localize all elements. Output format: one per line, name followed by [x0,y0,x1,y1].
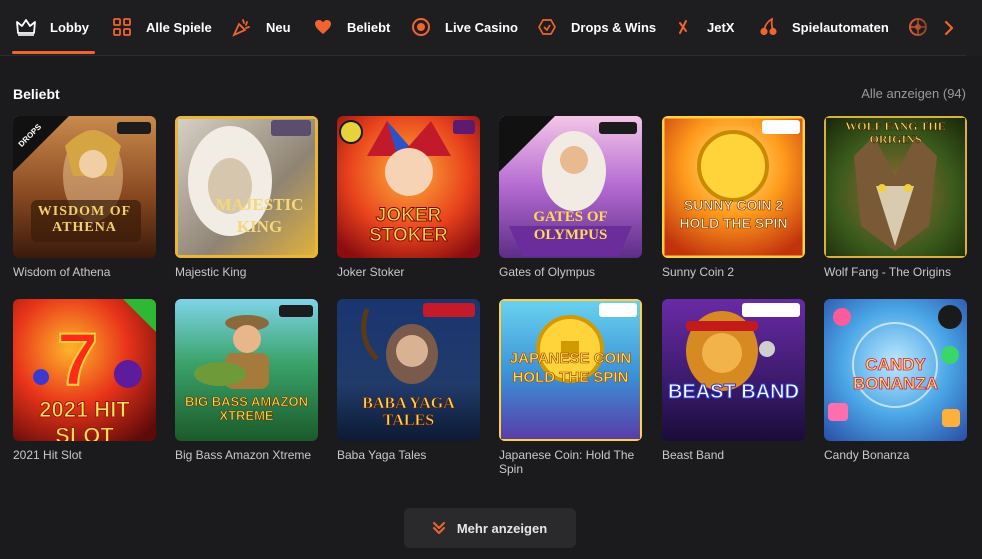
game-name: Wolf Fang - The Origins [824,265,951,279]
game-tile[interactable]: JOKER STOKER Joker Stoker [337,116,480,279]
nav-scroll-right-button[interactable] [934,8,964,48]
game-tile[interactable]: 7 2021 HIT SLOT 2021 Hit Slot [13,299,156,462]
nav-item-lobby[interactable]: Lobby [16,0,89,54]
nav-item-drops-wins[interactable]: Drops & Wins [537,0,656,54]
nav-edge [966,0,982,56]
confetti-icon [232,17,252,37]
nav-item-new[interactable]: Neu [232,0,291,54]
game-art-title: BIG BASS AMAZON XTREME [184,394,309,423]
game-name: Beast Band [662,448,725,462]
cherries-icon [758,17,778,37]
game-art-title: JOKER STOKER [369,205,449,246]
game-tile[interactable]: DROPS WISDOM OF ATHENA Wisdom of Athena [13,116,156,279]
game-art-title: 2021 HIT SLOT [39,397,131,442]
show-more-button[interactable]: Mehr anzeigen [404,508,576,548]
nav-label: Alle Spiele [146,19,212,35]
show-all-link[interactable]: Alle anzeigen (94) [861,86,966,101]
top-category-nav: Lobby Alle Spiele Neu Beliebt Live Casin… [0,0,982,56]
nav-label: Live Casino [445,19,518,35]
game-thumbnail[interactable]: GATES OF OLYMPUS [499,116,642,258]
game-thumbnail[interactable]: JAPANESE COIN HOLD THE SPIN [499,299,642,441]
game-tile[interactable]: CANDY BONANZA Candy Bonanza [824,299,967,462]
nav-label: JetX [707,19,735,35]
section-title: Beliebt [13,86,60,102]
nav-label: Neu [266,19,291,35]
show-more-label: Mehr anzeigen [456,520,548,536]
game-thumbnail[interactable]: SUNNY COIN 2 HOLD THE SPIN [662,116,805,258]
game-name: Sunny Coin 2 [662,265,735,279]
jetx-icon [673,17,693,37]
nav-item-popular[interactable]: Beliebt [313,0,390,54]
game-tile[interactable]: SUNNY COIN 2 HOLD THE SPIN Sunny Coin 2 [662,116,805,279]
game-name: Gates of Olympus [499,265,596,279]
game-name: Japanese Coin: Hold The Spin [499,448,635,476]
game-tile[interactable]: GATES OF OLYMPUS Gates of Olympus [499,116,642,279]
game-tile[interactable]: BEAST BAND Beast Band [662,299,805,462]
nav-item-live-casino[interactable]: Live Casino [411,0,518,54]
game-art-title: JAPANESE COIN HOLD THE SPIN [509,350,632,387]
game-name: 2021 Hit Slot [13,448,82,462]
game-art-title: GATES OF OLYMPUS [533,209,608,243]
svg-text:7: 7 [57,318,98,401]
game-art-title: BABA YAGA TALES [362,395,455,430]
game-tile[interactable]: MAJESTIC KING Majestic King [175,116,318,279]
heart-icon [313,17,333,37]
nav-label: Beliebt [347,19,391,35]
live-icon [411,17,431,37]
nav-item-all-games[interactable]: Alle Spiele [112,0,212,54]
game-thumbnail[interactable]: BABA YAGA TALES [337,299,480,441]
game-thumbnail[interactable]: JOKER STOKER [337,116,480,258]
game-art-title: MAJESTIC KING [215,195,304,236]
game-name: Joker Stoker [337,265,405,279]
game-art-title: WOLF FANG THE ORIGINS [845,119,946,146]
game-thumbnail[interactable]: BIG BASS AMAZON XTREME [175,299,318,441]
game-tile[interactable]: WOLF FANG THE ORIGINS Wolf Fang - The Or… [824,116,967,279]
nav-label: Drops & Wins [571,19,657,35]
game-name: Baba Yaga Tales [337,448,427,462]
game-thumbnail[interactable]: BEAST BAND [662,299,805,441]
nav-active-indicator [12,51,95,54]
game-art-title: SUNNY COIN 2 HOLD THE SPIN [679,197,788,232]
crown-icon [16,17,36,37]
game-art-title: BEAST BAND [667,381,800,404]
game-art-title: WISDOM OF ATHENA [37,204,132,235]
game-tile[interactable]: JAPANESE COIN HOLD THE SPIN Japanese Coi… [499,299,642,476]
game-name: Candy Bonanza [824,448,910,462]
nav-item-slots[interactable]: Spielautomaten [758,0,889,54]
double-chevron-down-icon [432,522,445,534]
game-name: Big Bass Amazon Xtreme [175,448,312,462]
game-thumbnail[interactable]: WOLF FANG THE ORIGINS [824,116,967,258]
game-name: Majestic King [175,265,247,279]
game-tile[interactable]: BIG BASS AMAZON XTREME Big Bass Amazon X… [175,299,318,462]
game-thumbnail[interactable]: DROPS WISDOM OF ATHENA [13,116,156,258]
game-thumbnail[interactable]: MAJESTIC KING [175,116,318,258]
game-thumbnail[interactable]: CANDY BONANZA [824,299,967,441]
nav-item-jetx[interactable]: JetX [673,0,734,54]
nav-label: Lobby [50,19,89,35]
chevron-right-icon [944,21,954,35]
game-tile[interactable]: BABA YAGA TALES Baba Yaga Tales [337,299,480,462]
drops-icon [537,17,557,37]
grid-icon [112,17,132,37]
nav-label: Spielautomaten [792,19,889,35]
game-art-title: CANDY BONANZA [853,355,939,394]
game-name: Wisdom of Athena [13,265,111,279]
game-thumbnail[interactable]: 7 2021 HIT SLOT [13,299,156,441]
